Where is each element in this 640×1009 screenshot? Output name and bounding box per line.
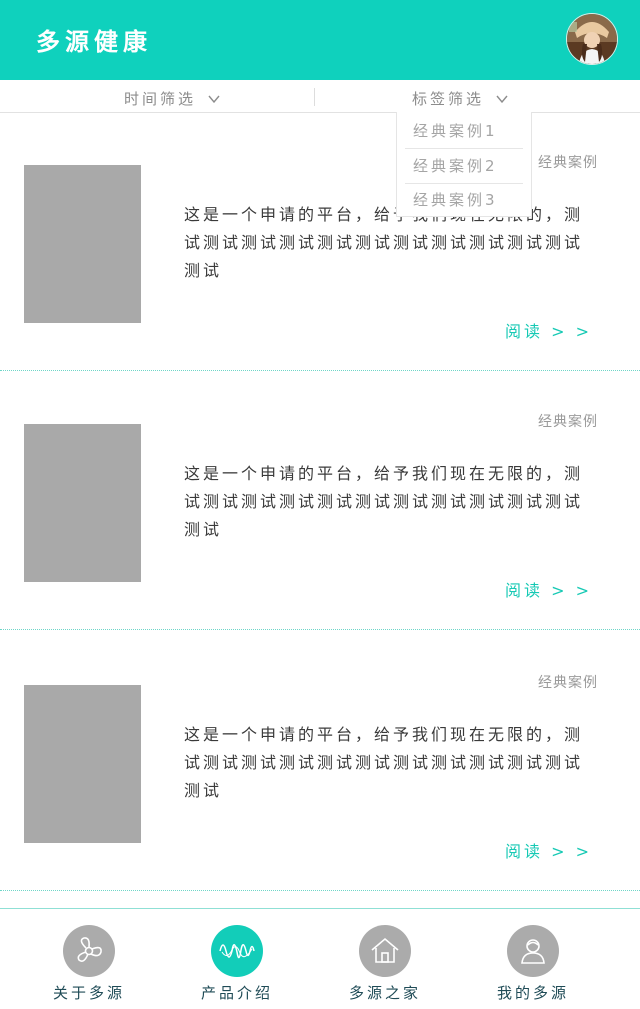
- article-summary: 这是一个申请的平台，给予我们现在无限的，测试测试测试测试测试测试测试测试测试测试…: [184, 725, 584, 800]
- article-thumbnail: [24, 424, 141, 582]
- dropdown-option[interactable]: 经典案例2: [405, 149, 523, 183]
- article-tag: 经典案例: [538, 414, 598, 430]
- tag-filter-dropdown: 经典案例1 经典案例2 经典案例3: [396, 112, 532, 217]
- avatar[interactable]: [566, 13, 618, 65]
- tag-filter-label: 标签筛选: [412, 90, 485, 108]
- article-tag: 经典案例: [538, 155, 598, 171]
- read-more-link[interactable]: 阅读 > >: [505, 318, 592, 342]
- time-filter-label: 时间筛选: [124, 90, 197, 108]
- read-more-link[interactable]: 阅读 > >: [505, 577, 592, 601]
- app-header: 多源健康: [0, 0, 640, 80]
- tab-label: 多源之家: [348, 984, 421, 1002]
- article-thumbnail: [24, 165, 141, 323]
- chevron-down-icon: [208, 95, 220, 103]
- list-item[interactable]: 经典案例 这是一个申请的平台，给予我们现在无限的，测试测试测试测试测试测试测试测…: [0, 112, 640, 371]
- article-summary: 这是一个申请的平台，给予我们现在无限的，测试测试测试测试测试测试测试测试测试测试…: [184, 205, 584, 280]
- dropdown-option[interactable]: 经典案例3: [405, 183, 523, 217]
- tab-home[interactable]: 多源之家: [311, 909, 459, 1009]
- dropdown-option[interactable]: 经典案例1: [405, 114, 523, 148]
- avatar-image: [567, 14, 617, 64]
- bottom-tab-bar: 关于多源 产品介绍 多源之家 我的多源: [0, 908, 640, 1009]
- tab-label: 产品介绍: [200, 984, 273, 1002]
- tab-about[interactable]: 关于多源: [15, 909, 163, 1009]
- tag-filter[interactable]: 标签筛选: [412, 88, 508, 109]
- tab-profile[interactable]: 我的多源: [459, 909, 607, 1009]
- filter-bar: 时间筛选 标签筛选: [0, 80, 640, 113]
- wave-icon: [211, 925, 263, 977]
- time-filter[interactable]: 时间筛选: [124, 88, 220, 109]
- list-item[interactable]: 经典案例 这是一个申请的平台，给予我们现在无限的，测试测试测试测试测试测试测试测…: [0, 632, 640, 891]
- app-title: 多源健康: [36, 28, 152, 56]
- tab-label: 关于多源: [52, 984, 125, 1002]
- list-item[interactable]: 经典案例 这是一个申请的平台，给予我们现在无限的，测试测试测试测试测试测试测试测…: [0, 371, 640, 630]
- home-icon: [359, 925, 411, 977]
- user-icon: [507, 925, 559, 977]
- article-thumbnail: [24, 685, 141, 843]
- spinner-icon: [63, 925, 115, 977]
- tab-products[interactable]: 产品介绍: [163, 909, 311, 1009]
- tab-label: 我的多源: [496, 984, 569, 1002]
- filter-divider: [314, 88, 315, 106]
- read-more-link[interactable]: 阅读 > >: [505, 838, 592, 862]
- chevron-down-icon: [496, 95, 508, 103]
- article-summary: 这是一个申请的平台，给予我们现在无限的，测试测试测试测试测试测试测试测试测试测试…: [184, 464, 584, 539]
- article-tag: 经典案例: [538, 675, 598, 691]
